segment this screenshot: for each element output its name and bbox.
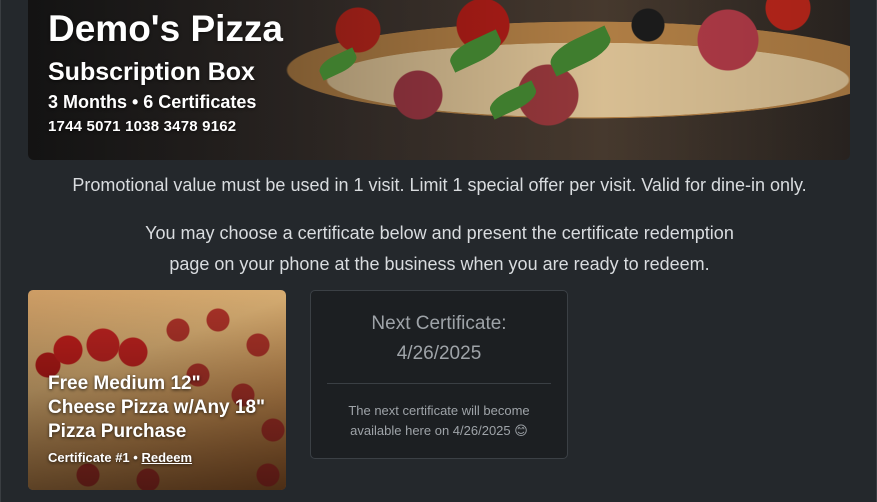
hero-text: Demo's Pizza Subscription Box 3 Months •… — [48, 8, 283, 137]
certificate-meta: Certificate #1 • Redeem — [48, 449, 268, 467]
basil-leaf-decoration — [486, 80, 540, 120]
certificate-card[interactable]: Free Medium 12" Cheese Pizza w/Any 18" P… — [28, 290, 286, 490]
subscription-meta: 3 Months • 6 Certificates — [48, 92, 257, 112]
next-certificate-date: 4/26/2025 — [396, 343, 482, 364]
instructions-line-2: page on your phone at the business when … — [169, 254, 710, 274]
certificate-text: Free Medium 12" Cheese Pizza w/Any 18" P… — [48, 372, 268, 467]
hero-banner: Demo's Pizza Subscription Box 3 Months •… — [28, 0, 850, 160]
certificate-number: Certificate #1 — [48, 450, 130, 465]
basil-leaf-decoration — [545, 25, 616, 77]
certificate-title: Free Medium 12" Cheese Pizza w/Any 18" P… — [48, 373, 266, 442]
business-name: Demo's Pizza — [48, 8, 283, 49]
basil-leaf-decoration — [445, 29, 506, 73]
next-certificate-box: Next Certificate: 4/26/2025 The next cer… — [310, 290, 568, 459]
next-certificate-note: The next certificate will become availab… — [348, 403, 530, 438]
page: Demo's Pizza Subscription Box 3 Months •… — [0, 0, 877, 502]
redeem-link[interactable]: Redeem — [141, 450, 192, 465]
promo-terms: Promotional value must be used in 1 visi… — [72, 175, 807, 195]
certificate-separator: • — [133, 450, 138, 465]
basil-leaf-decoration — [316, 47, 360, 81]
divider — [327, 383, 551, 384]
instructions-line-1: You may choose a certificate below and p… — [145, 223, 734, 243]
subscription-title: Subscription Box — [48, 58, 255, 86]
redeem-instructions: You may choose a certificate below and p… — [1, 218, 877, 280]
subscription-code: 1744 5071 1038 3478 9162 — [48, 118, 237, 135]
next-certificate-label: Next Certificate: — [371, 313, 507, 334]
